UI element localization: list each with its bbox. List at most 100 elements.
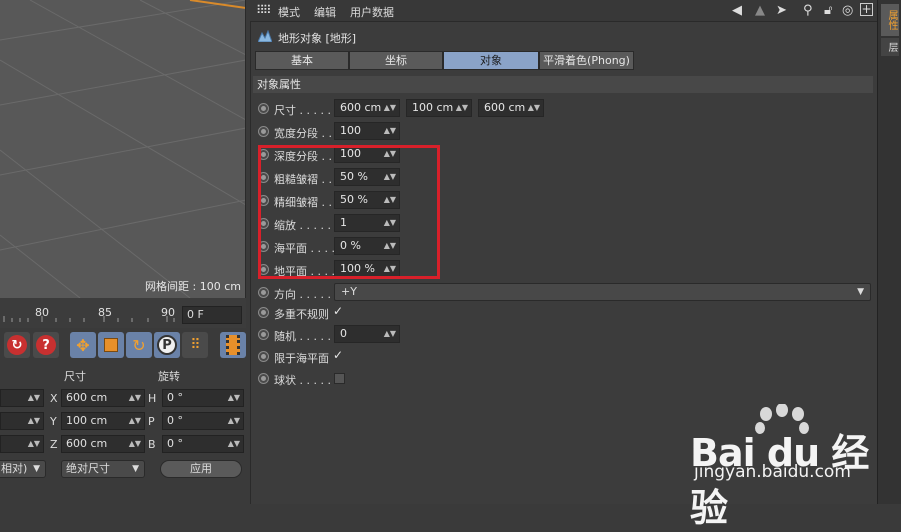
spin-arrows-icon: ▲▼ bbox=[128, 439, 141, 448]
search-icon[interactable]: ⚲ bbox=[803, 3, 813, 18]
question-icon: ? bbox=[36, 335, 56, 355]
chevron-down-icon: ▼ bbox=[33, 464, 40, 474]
size-x-value: 600 cm bbox=[340, 101, 382, 114]
tab-coord[interactable]: 坐标 bbox=[349, 51, 443, 70]
rotate-button[interactable]: ↻ bbox=[126, 332, 152, 358]
param-button[interactable]: P bbox=[154, 332, 180, 358]
menu-edit[interactable]: 编辑 bbox=[314, 4, 336, 20]
spin-arrows-icon: ▲▼ bbox=[27, 393, 40, 402]
rotation-b-value: 0 ° bbox=[167, 437, 183, 450]
side-tab-attributes[interactable]: 属性 bbox=[881, 4, 899, 36]
apply-button[interactable]: 应用 bbox=[160, 460, 242, 478]
back-arrow-icon[interactable]: ◀ bbox=[732, 3, 742, 18]
timeline-tick: 80 bbox=[35, 306, 49, 319]
direction-dropdown[interactable]: +Y ▼ bbox=[334, 283, 871, 301]
size-label: 尺寸 . . . . . bbox=[274, 104, 331, 117]
object-title: 地形对象 [地形] bbox=[278, 32, 357, 45]
animate-radio[interactable] bbox=[258, 373, 269, 384]
record-button[interactable]: ↻ bbox=[4, 332, 30, 358]
rot-label-p: P bbox=[148, 415, 155, 428]
rotate-icon: ↻ bbox=[132, 335, 146, 355]
rotation-p-field[interactable]: 0 ° ▲▼ bbox=[162, 412, 244, 430]
lock-icon[interactable]: 🔓︎ bbox=[824, 3, 832, 18]
animate-radio[interactable] bbox=[258, 351, 269, 362]
multifractal-label: 多重不规则 bbox=[274, 308, 329, 321]
position-y-field[interactable]: ▲▼ bbox=[0, 412, 44, 430]
up-arrow-icon[interactable]: ▲ bbox=[755, 3, 765, 18]
position-z-field[interactable]: ▲▼ bbox=[0, 435, 44, 453]
animate-radio[interactable] bbox=[258, 287, 269, 298]
size-x-value: 600 cm bbox=[66, 391, 108, 404]
size-z-input[interactable]: 600 cm ▲▼ bbox=[478, 99, 544, 117]
size-x-field[interactable]: 600 cm ▲▼ bbox=[61, 389, 145, 407]
rotation-p-value: 0 ° bbox=[167, 414, 183, 427]
p-icon: P bbox=[157, 335, 177, 355]
spin-arrows-icon: ▲▼ bbox=[27, 416, 40, 425]
spin-arrows-icon: ▲▼ bbox=[455, 103, 468, 112]
size-z-field[interactable]: 600 cm ▲▼ bbox=[61, 435, 145, 453]
viewport-grid bbox=[0, 0, 245, 298]
film-button[interactable] bbox=[220, 332, 246, 358]
new-panel-icon[interactable]: + bbox=[860, 3, 873, 16]
timeline-tick: 90 bbox=[161, 306, 175, 319]
menu-user-data[interactable]: 用户数据 bbox=[350, 4, 394, 20]
size-y-value: 100 cm bbox=[412, 101, 454, 114]
direction-value: +Y bbox=[341, 285, 357, 298]
spin-arrows-icon: ▲▼ bbox=[27, 439, 40, 448]
seed-value: 0 bbox=[340, 327, 347, 340]
coordinate-mode-dropdown[interactable]: 相对) ▼ bbox=[0, 460, 46, 478]
timeline-tick: 85 bbox=[98, 306, 112, 319]
menu-mode[interactable]: 模式 bbox=[278, 4, 300, 20]
scale-button[interactable] bbox=[98, 332, 124, 358]
rotation-b-field[interactable]: 0 ° ▲▼ bbox=[162, 435, 244, 453]
axis-label-y: Y bbox=[50, 415, 57, 428]
annotation-highlight-box bbox=[258, 145, 440, 279]
axis-label-z: Z bbox=[50, 438, 58, 451]
width-segments-input[interactable]: 100 ▲▼ bbox=[334, 122, 400, 140]
tab-object[interactable]: 对象 bbox=[443, 51, 539, 70]
cursor-icon[interactable]: ➤ bbox=[776, 3, 787, 18]
spherical-label: 球状 . . . . . bbox=[274, 374, 331, 387]
move-arrows-icon: ✥ bbox=[76, 335, 90, 355]
3d-viewport[interactable]: 网格间距 : 100 cm bbox=[0, 0, 246, 298]
size-x-input[interactable]: 600 cm ▲▼ bbox=[334, 99, 400, 117]
attribute-menu-bar: ⠿⠿ 模式 编辑 用户数据 ◀ ▲ ➤ ⚲ 🔓︎ ◎ + bbox=[250, 0, 877, 22]
help-button[interactable]: ? bbox=[33, 332, 59, 358]
keyframe-grid-button[interactable]: ⠿ bbox=[182, 332, 208, 358]
animate-radio[interactable] bbox=[258, 329, 269, 340]
landscape-object-icon bbox=[258, 30, 272, 42]
tab-phong[interactable]: 平滑着色(Phong) bbox=[539, 51, 634, 70]
rotation-h-field[interactable]: 0 ° ▲▼ bbox=[162, 389, 244, 407]
current-frame-field[interactable]: 0 F bbox=[182, 306, 242, 324]
animate-radio[interactable] bbox=[258, 307, 269, 318]
film-icon bbox=[226, 335, 240, 355]
target-icon[interactable]: ◎ bbox=[842, 3, 853, 18]
spherical-checkbox[interactable] bbox=[334, 373, 345, 384]
animate-radio[interactable] bbox=[258, 126, 269, 137]
chevron-down-icon: ▼ bbox=[857, 287, 864, 297]
animate-radio[interactable] bbox=[258, 103, 269, 114]
size-y-field[interactable]: 100 cm ▲▼ bbox=[61, 412, 145, 430]
spin-arrows-icon: ▲▼ bbox=[128, 416, 141, 425]
rotation-column-header: 旋转 bbox=[158, 370, 180, 383]
rotation-h-value: 0 ° bbox=[167, 391, 183, 404]
axis-label-x: X bbox=[50, 392, 58, 405]
side-tab-layers[interactable]: 层 bbox=[881, 38, 899, 56]
spin-arrows-icon: ▲▼ bbox=[227, 439, 240, 448]
move-button[interactable]: ✥ bbox=[70, 332, 96, 358]
scale-icon bbox=[104, 338, 118, 352]
dots-grid-icon: ⠿ bbox=[190, 337, 200, 353]
size-mode-dropdown[interactable]: 绝对尺寸 ▼ bbox=[61, 460, 145, 478]
limit-to-sea-level-checkbox[interactable]: ✓ bbox=[333, 348, 343, 362]
size-y-input[interactable]: 100 cm ▲▼ bbox=[406, 99, 472, 117]
spin-arrows-icon: ▲▼ bbox=[227, 393, 240, 402]
timeline-ruler bbox=[3, 316, 175, 322]
grip-icon: ⠿⠿ bbox=[256, 3, 272, 17]
tab-basic[interactable]: 基本 bbox=[255, 51, 349, 70]
direction-label: 方向 . . . . . bbox=[274, 288, 331, 301]
seed-input[interactable]: 0 ▲▼ bbox=[334, 325, 400, 343]
multifractal-checkbox[interactable]: ✓ bbox=[333, 304, 343, 318]
spin-arrows-icon: ▲▼ bbox=[383, 103, 396, 112]
size-column-header: 尺寸 bbox=[64, 370, 86, 383]
position-x-field[interactable]: ▲▼ bbox=[0, 389, 44, 407]
